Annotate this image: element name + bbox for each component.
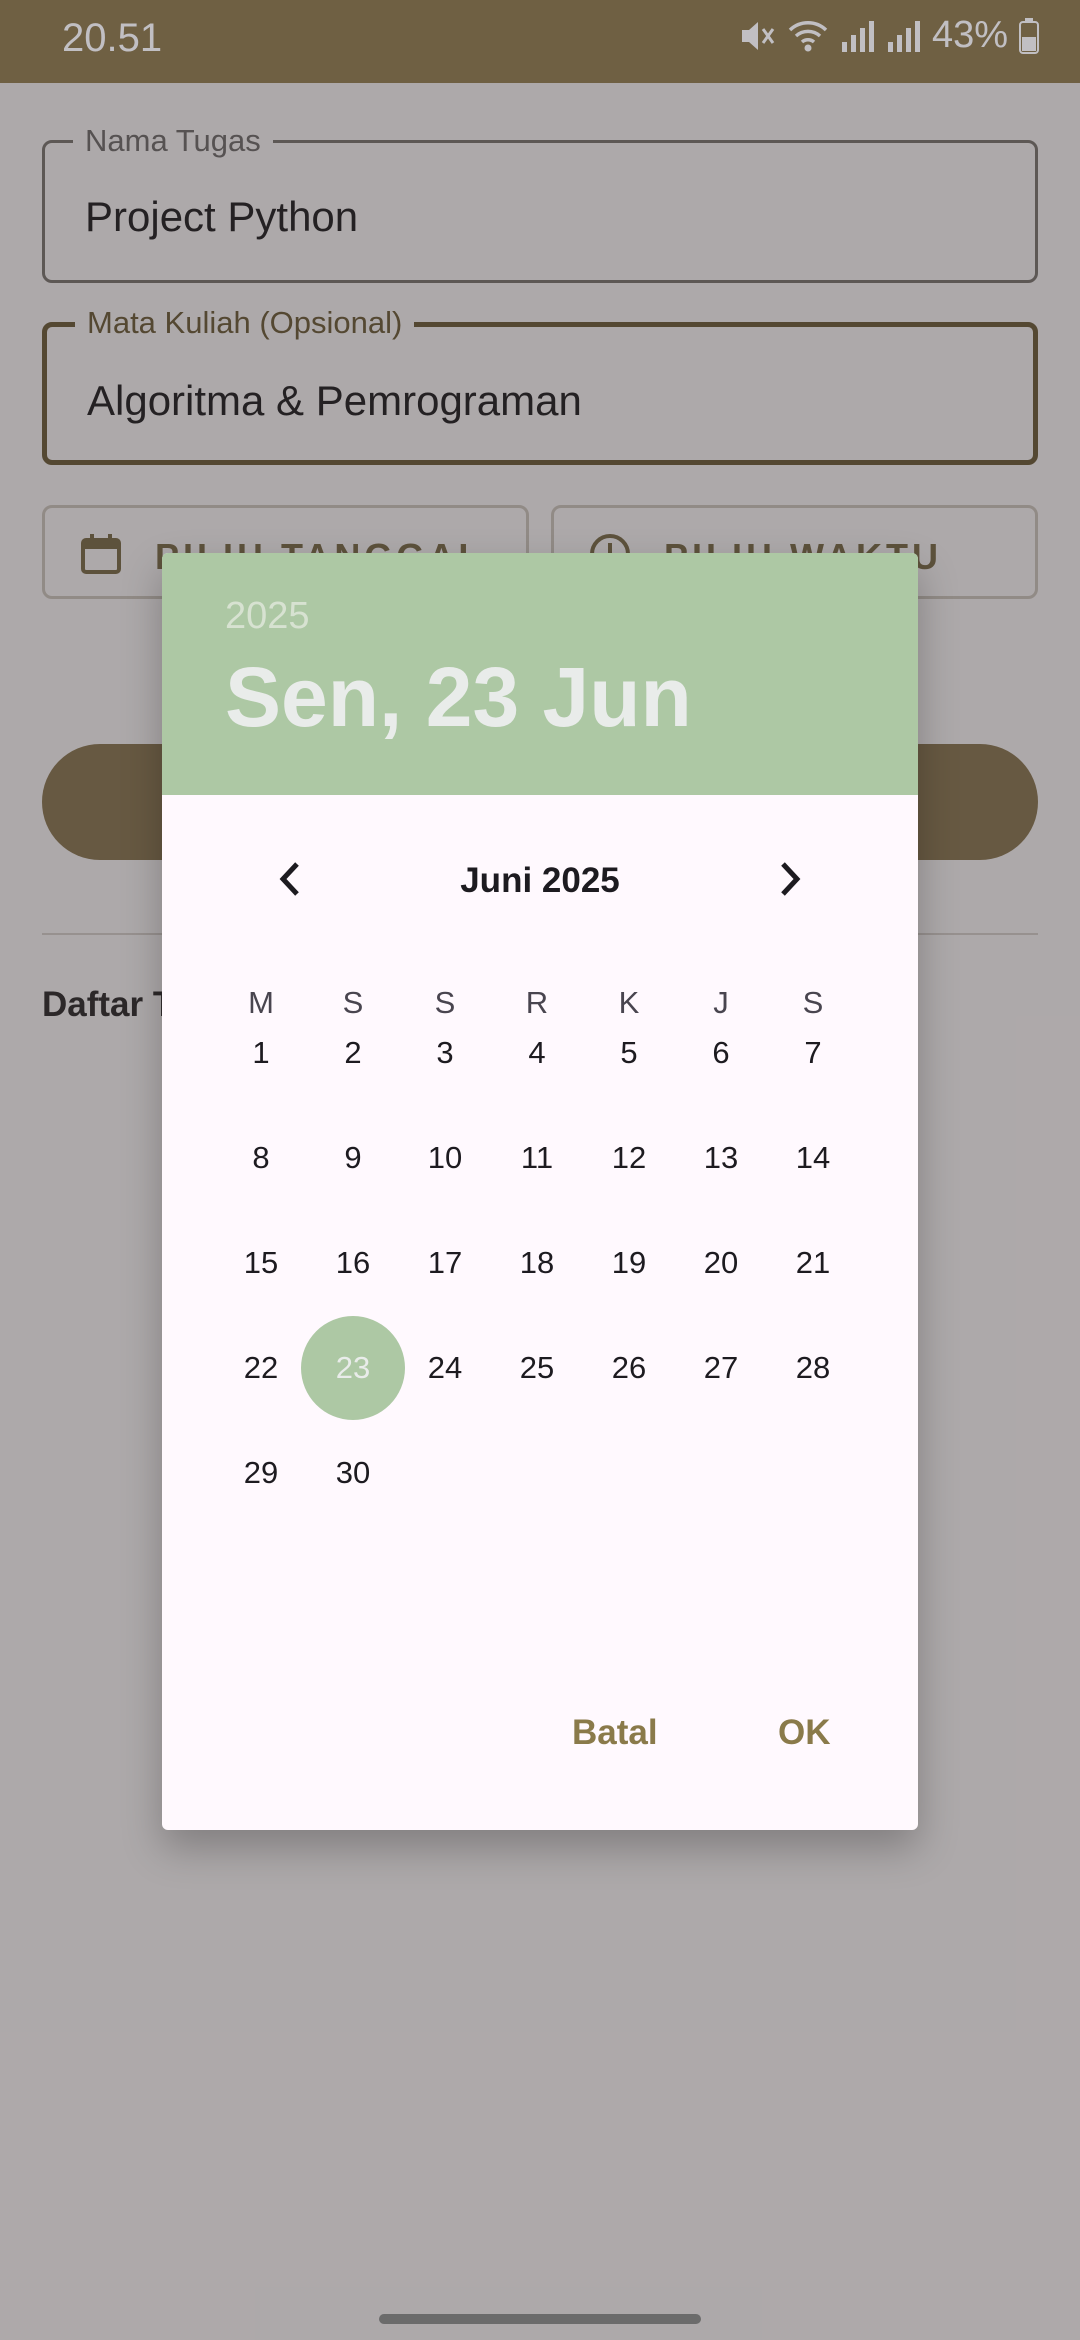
signal-icon-2 <box>886 18 922 54</box>
day-cell[interactable]: 24 <box>393 1316 497 1420</box>
day-cell[interactable]: 12 <box>577 1106 681 1210</box>
next-month-button[interactable] <box>762 853 818 909</box>
day-cell[interactable]: 19 <box>577 1211 681 1315</box>
day-cell[interactable]: 4 <box>485 1001 589 1105</box>
wifi-icon <box>786 16 830 56</box>
day-cell[interactable]: 21 <box>761 1211 865 1315</box>
day-cell[interactable]: 16 <box>301 1211 405 1315</box>
day-cell[interactable]: 25 <box>485 1316 589 1420</box>
day-cell[interactable]: 20 <box>669 1211 773 1315</box>
battery-icon <box>1018 17 1040 55</box>
day-cell[interactable]: 17 <box>393 1211 497 1315</box>
status-icons: 43% <box>736 14 1040 57</box>
day-cell[interactable]: 1 <box>209 1001 313 1105</box>
day-cell[interactable]: 11 <box>485 1106 589 1210</box>
day-cell[interactable]: 5 <box>577 1001 681 1105</box>
day-cell[interactable]: 9 <box>301 1106 405 1210</box>
day-cell[interactable]: 2 <box>301 1001 405 1105</box>
day-cell[interactable]: 18 <box>485 1211 589 1315</box>
day-cell[interactable]: 14 <box>761 1106 865 1210</box>
status-bar: 20.51 43% <box>0 0 1080 83</box>
battery-percent: 43% <box>931 14 1008 56</box>
day-cell[interactable]: 8 <box>209 1106 313 1210</box>
day-cell-selected[interactable]: 23 <box>301 1316 405 1420</box>
header-selected-date: Sen, 23 Jun <box>225 650 692 744</box>
date-picker-dialog: 2025 Sen, 23 Jun Juni 2025 MSSRKJS 12345… <box>162 553 918 1830</box>
day-cell[interactable]: 15 <box>209 1211 313 1315</box>
day-cell[interactable]: 29 <box>209 1421 313 1525</box>
signal-icon <box>840 18 876 54</box>
day-cell[interactable]: 13 <box>669 1106 773 1210</box>
status-time: 20.51 <box>62 16 163 60</box>
chevron-right-icon <box>775 859 805 904</box>
day-cell[interactable]: 6 <box>669 1001 773 1105</box>
day-cell[interactable]: 28 <box>761 1316 865 1420</box>
day-cell[interactable]: 27 <box>669 1316 773 1420</box>
day-cell[interactable]: 26 <box>577 1316 681 1420</box>
cancel-button[interactable]: Batal <box>572 1713 658 1753</box>
day-cell[interactable]: 22 <box>209 1316 313 1420</box>
date-picker-header: 2025 Sen, 23 Jun <box>162 553 918 795</box>
day-cell[interactable]: 3 <box>393 1001 497 1105</box>
day-cell[interactable]: 7 <box>761 1001 865 1105</box>
vibrate-mute-icon <box>736 16 776 56</box>
ok-button[interactable]: OK <box>778 1713 831 1753</box>
day-cell[interactable]: 10 <box>393 1106 497 1210</box>
header-year[interactable]: 2025 <box>225 595 310 638</box>
day-cell[interactable]: 30 <box>301 1421 405 1525</box>
gesture-bar[interactable] <box>379 2314 701 2324</box>
